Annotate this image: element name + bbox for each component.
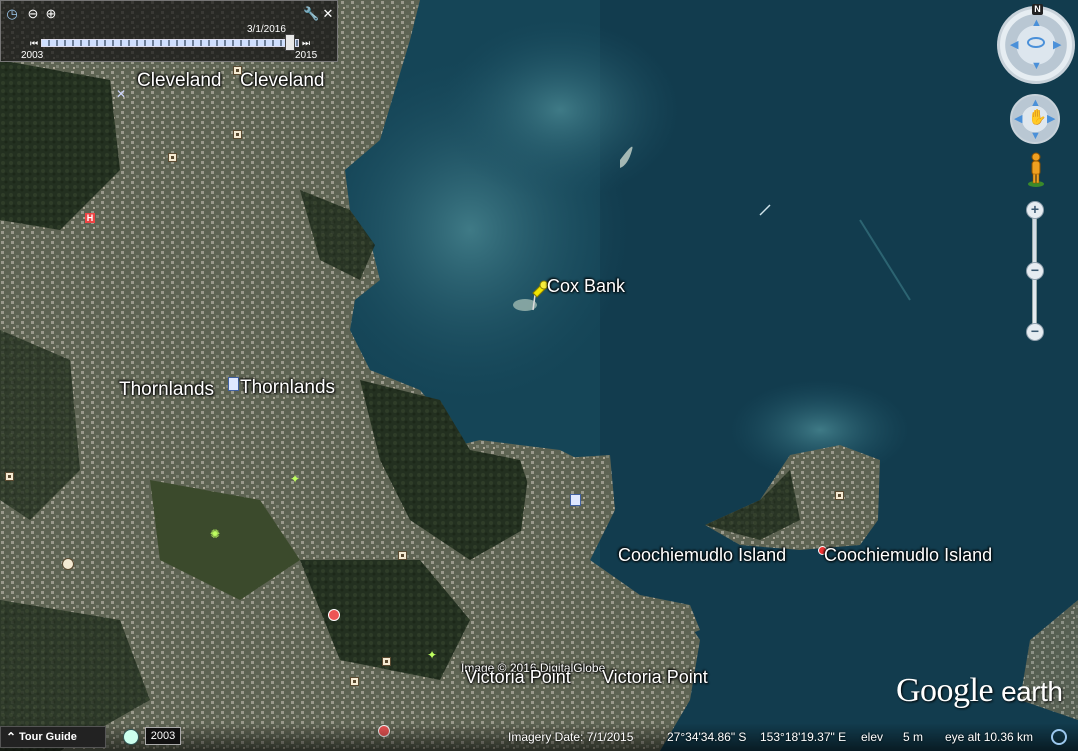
pegman-icon[interactable]	[1027, 152, 1045, 188]
zoom-slider-thumb[interactable]: −	[1026, 262, 1044, 280]
google-earth-logo: Google earth	[896, 672, 1063, 710]
slider-date: 3/1/2016	[247, 24, 286, 35]
slider-start-year: 2003	[21, 50, 44, 61]
look-left-arrow[interactable]: ◀	[1010, 40, 1018, 51]
zoom-in-button[interactable]: +	[1026, 201, 1044, 219]
place-label-cleveland[interactable]: Cleveland	[137, 70, 222, 92]
poi-icon[interactable]	[835, 491, 844, 500]
restaurant-icon[interactable]	[328, 609, 340, 621]
place-label-cox-bank[interactable]: Cox Bank	[547, 276, 625, 297]
park-icon[interactable]: ✺	[210, 528, 222, 540]
look-right-arrow[interactable]: ▶	[1053, 40, 1061, 51]
skip-forward-icon[interactable]: ⏭	[299, 36, 313, 50]
slider-thumb[interactable]	[285, 34, 295, 51]
skip-back-icon[interactable]: ⏮	[27, 36, 41, 50]
look-joystick[interactable]: N ▲ ▼ ◀ ▶	[997, 4, 1075, 84]
shopping-bag-icon[interactable]	[570, 494, 581, 506]
park-icon[interactable]: ✦	[290, 473, 302, 485]
hand-icon: ✋	[1028, 109, 1047, 126]
place-label-victoria-point-duplicate[interactable]: Victoria Point	[602, 667, 708, 688]
park-icon[interactable]: ✦	[427, 649, 439, 661]
place-label-coochiemudlo-island-duplicate[interactable]: Coochiemudlo Island	[824, 545, 992, 566]
poi-icon[interactable]	[350, 677, 359, 686]
place-label-cleveland-duplicate[interactable]: Cleveland	[240, 70, 325, 92]
poi-icon[interactable]	[5, 472, 14, 481]
move-up-arrow[interactable]: ▲	[1030, 98, 1041, 109]
wrench-icon[interactable]: 🔧	[303, 7, 319, 21]
historical-clock-icon[interactable]	[123, 729, 139, 745]
elevation-value: 5 m	[903, 730, 924, 744]
compass-north-label[interactable]: N	[1032, 4, 1043, 15]
longitude: 153°18'19.37" E	[760, 730, 847, 744]
poi-icon[interactable]	[398, 551, 407, 560]
move-right-arrow[interactable]: ▶	[1047, 114, 1055, 125]
imagery-date: Imagery Date: 7/1/2015	[508, 730, 634, 744]
move-left-arrow[interactable]: ◀	[1014, 114, 1022, 125]
look-down-arrow[interactable]: ▼	[1031, 61, 1042, 72]
logo-google: Google	[896, 672, 994, 709]
satellite-map[interactable]	[0, 0, 1078, 751]
clock-icon[interactable]: ◷	[5, 7, 19, 21]
zoom-out-icon[interactable]: ⊖	[26, 7, 40, 21]
zoom-in-icon[interactable]: ⊕	[44, 7, 58, 21]
slider-track[interactable]	[41, 39, 299, 47]
close-icon[interactable]: ✕	[321, 7, 335, 21]
place-label-thornlands[interactable]: Thornlands	[119, 379, 214, 401]
poi-icon[interactable]	[382, 657, 391, 666]
latitude: 27°34'34.86" S	[667, 730, 747, 744]
elevation-label: elev	[861, 730, 884, 744]
historical-imagery-slider[interactable]: ◷ ⊖ ⊕ 🔧 ✕ 3/1/2016 ⏮ ⏭ 2003 2015	[0, 0, 338, 62]
streaming-globe-icon	[1051, 729, 1067, 745]
slider-end-year: 2015	[295, 50, 318, 61]
zoom-out-button[interactable]: −	[1026, 323, 1044, 341]
place-icon-thornlands[interactable]	[228, 377, 239, 391]
place-label-coochiemudlo-island[interactable]: Coochiemudlo Island	[618, 545, 786, 566]
camera-icon[interactable]: ✕	[116, 88, 130, 100]
move-down-arrow[interactable]: ▼	[1030, 131, 1041, 142]
place-label-thornlands-duplicate[interactable]: Thornlands	[240, 377, 335, 399]
poi-icon[interactable]	[233, 130, 242, 139]
eye-altitude: eye alt 10.36 km	[945, 730, 1034, 744]
poi-icon[interactable]	[168, 153, 177, 162]
tour-guide-button[interactable]: Tour Guide	[0, 726, 106, 748]
look-up-arrow[interactable]: ▲	[1031, 18, 1042, 29]
hospital-icon[interactable]: H	[85, 213, 95, 223]
photo-icon[interactable]	[62, 558, 74, 570]
year-indicator[interactable]: 2003	[145, 727, 181, 745]
place-label-victoria-point[interactable]: Victoria Point	[465, 667, 571, 688]
logo-earth: earth	[1001, 676, 1063, 707]
move-joystick[interactable]: ▲ ▼ ◀ ▶ ✋	[1010, 94, 1060, 144]
eye-icon	[1027, 37, 1045, 48]
museum-icon[interactable]	[233, 66, 242, 75]
